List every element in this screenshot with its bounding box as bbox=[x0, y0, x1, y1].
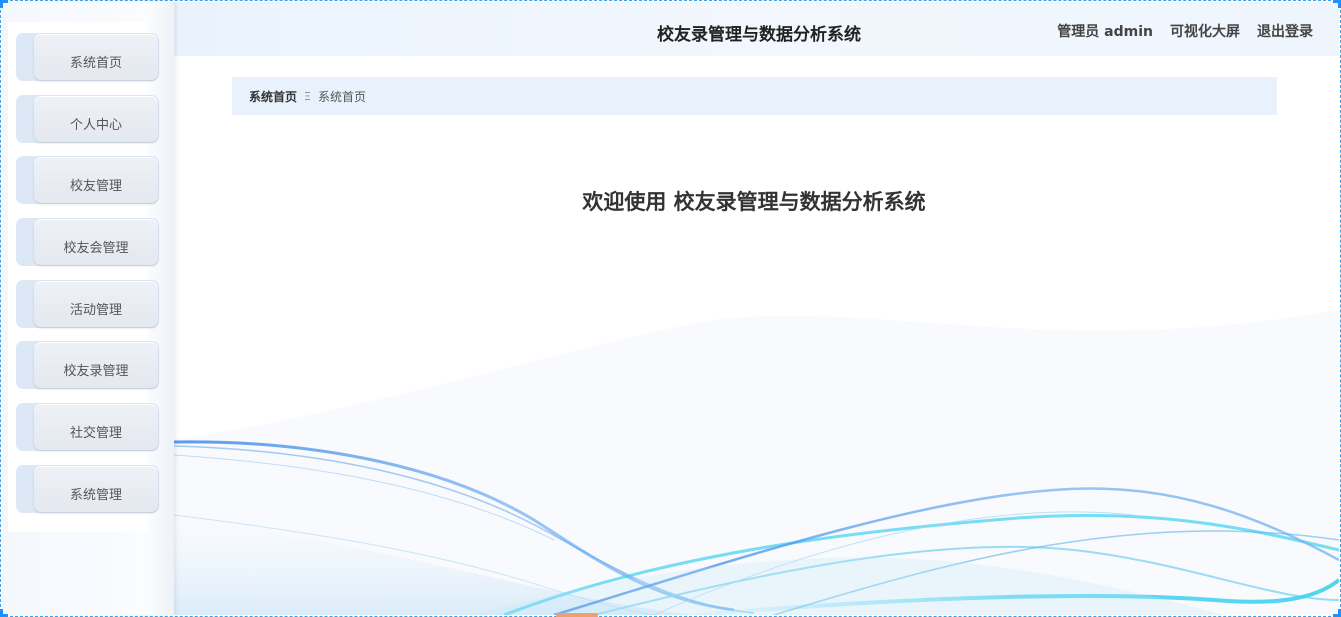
frame-corner bbox=[1333, 609, 1341, 617]
current-user-label: 管理员 admin bbox=[1057, 24, 1153, 40]
sidebar-item-alumni[interactable]: 校友管理 bbox=[16, 156, 159, 205]
breadcrumb: 系统首页 Ξ 系统首页 bbox=[232, 77, 1277, 115]
logout-link[interactable]: 退出登录 bbox=[1257, 21, 1313, 41]
welcome-heading: 欢迎使用 校友录管理与数据分析系统 bbox=[582, 190, 926, 214]
sidebar-item-label: 社交管理 bbox=[34, 404, 158, 451]
frame-corner bbox=[1333, 0, 1341, 8]
breadcrumb-separator-icon: Ξ bbox=[304, 89, 311, 103]
sidebar-item-system[interactable]: 系统管理 bbox=[16, 464, 159, 513]
sidebar-item-label: 个人中心 bbox=[34, 95, 158, 142]
dashboard-link[interactable]: 可视化大屏 bbox=[1170, 21, 1240, 41]
sidebar-item-label: 系统管理 bbox=[34, 465, 158, 512]
sidebar-item-alumni-directory[interactable]: 校友录管理 bbox=[16, 341, 159, 390]
sidebar-item-alumni-association[interactable]: 校友会管理 bbox=[16, 218, 159, 267]
breadcrumb-home-link[interactable]: 系统首页 bbox=[249, 88, 297, 105]
sidebar-item-social[interactable]: 社交管理 bbox=[16, 403, 159, 452]
header-actions: 管理员 admin 可视化大屏 退出登录 bbox=[1057, 21, 1313, 41]
sidebar-item-label: 活动管理 bbox=[34, 280, 158, 327]
frame-corner bbox=[0, 609, 8, 617]
sidebar-item-home[interactable]: 系统首页 bbox=[16, 33, 159, 81]
sidebar-menu: 系统首页 个人中心 校友管理 校友会管理 活动管理 校友录管理 社交管理 系统管… bbox=[16, 33, 160, 527]
frame-corner bbox=[0, 0, 8, 8]
sidebar-item-label: 校友管理 bbox=[34, 157, 158, 204]
sidebar-item-label: 校友会管理 bbox=[34, 219, 158, 266]
top-header: 校友录管理与数据分析系统 管理员 admin 可视化大屏 退出登录 bbox=[174, 2, 1339, 56]
sidebar-item-personal-center[interactable]: 个人中心 bbox=[16, 94, 159, 143]
wave-background-illustration bbox=[174, 310, 1339, 615]
sidebar-item-label: 系统首页 bbox=[34, 34, 158, 80]
sidebar-item-activities[interactable]: 活动管理 bbox=[16, 279, 159, 328]
bottom-accent-mark bbox=[556, 613, 598, 617]
breadcrumb-current: 系统首页 bbox=[317, 89, 366, 104]
sidebar-item-label: 校友录管理 bbox=[34, 342, 158, 389]
